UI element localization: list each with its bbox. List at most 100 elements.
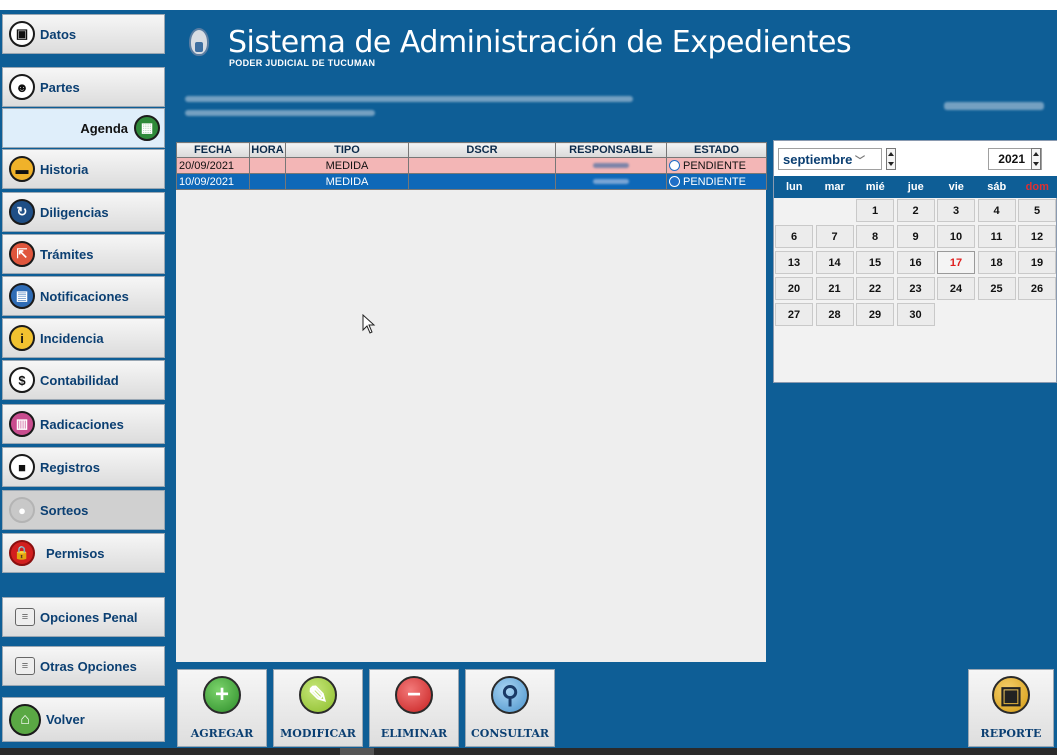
sidebar-item-label: Opciones Penal: [40, 609, 138, 625]
column-header-estado[interactable]: ESTADO: [666, 142, 767, 158]
sidebar-item-label: Sorteos: [40, 502, 89, 518]
sidebar-item-datos[interactable]: ▣ Datos: [2, 14, 165, 54]
top-strip: [0, 0, 1057, 10]
calendar-day[interactable]: 26: [1018, 277, 1056, 300]
sidebar: ▣ Datos ☻ Partes Agenda ▦ ▬ Historia ↻ D…: [0, 10, 172, 748]
sidebar-item-historia[interactable]: ▬ Historia: [2, 149, 165, 189]
calendar-day[interactable]: 15: [856, 251, 894, 274]
calendar-day[interactable]: 23: [896, 277, 935, 300]
modificar-button[interactable]: ✎ MODIFICAR: [273, 669, 363, 747]
calendar-day[interactable]: 6: [775, 225, 813, 248]
refresh-icon: ↻: [9, 199, 35, 225]
cell-tipo: MEDIDA: [285, 157, 409, 174]
pending-status-icon: [669, 175, 680, 187]
sidebar-item-partes[interactable]: ☻ Partes: [2, 67, 165, 107]
weekday-label: dom: [1025, 181, 1049, 193]
agregar-button[interactable]: + AGREGAR: [177, 669, 267, 747]
calendar-day[interactable]: 11: [977, 225, 1016, 248]
calendar-day[interactable]: 4: [977, 199, 1016, 222]
calendar-day[interactable]: 29: [856, 303, 894, 326]
dice-icon: ●: [9, 497, 35, 523]
table-row[interactable]: 20/09/2021 MEDIDA PENDIENTE: [176, 157, 767, 174]
weekday-label: vie: [948, 181, 964, 193]
calendar-day[interactable]: 14: [815, 251, 854, 274]
column-header-dscr[interactable]: DSCR: [408, 142, 556, 158]
cell-hora: [249, 173, 286, 190]
eliminar-label: ELIMINAR: [380, 727, 448, 740]
year-spinner[interactable]: [1031, 148, 1041, 170]
estado-label: PENDIENTE: [683, 175, 746, 188]
month-spinner[interactable]: [886, 148, 896, 170]
calendar-day[interactable]: 16: [896, 251, 935, 274]
calendar-day[interactable]: 30: [896, 303, 935, 326]
sidebar-item-sorteos[interactable]: ● Sorteos: [2, 490, 165, 530]
sidebar-item-label: Diligencias: [40, 204, 109, 220]
sidebar-item-diligencias[interactable]: ↻ Diligencias: [2, 192, 165, 232]
calendar-day[interactable]: 1: [856, 199, 894, 222]
modificar-label: MODIFICAR: [280, 727, 356, 740]
month-select[interactable]: septiembre ﹀: [778, 148, 882, 170]
calendar-day[interactable]: 7: [815, 225, 854, 248]
calendar-day[interactable]: 2: [896, 199, 935, 222]
calendar-day[interactable]: 10: [937, 225, 975, 248]
calendar-day[interactable]: 22: [856, 277, 894, 300]
list-icon: ≡: [15, 657, 35, 675]
notification-icon: ▤: [9, 283, 35, 309]
calendar-day[interactable]: 12: [1018, 225, 1056, 248]
weekday-header: lun mar mié jue vie sáb dom: [774, 176, 1057, 198]
redacted-responsable: [593, 163, 629, 169]
sidebar-item-label: Contabilidad: [40, 372, 119, 388]
add-icon: +: [203, 676, 241, 714]
calendar-day[interactable]: 27: [775, 303, 813, 326]
report-icon: ▣: [992, 676, 1030, 714]
table-header-row: FECHA HORA TIPO DSCR RESPONSABLE ESTADO: [176, 142, 767, 158]
agregar-label: AGREGAR: [190, 727, 254, 740]
cell-estado: PENDIENTE: [666, 157, 767, 174]
sidebar-item-incidencia[interactable]: i Incidencia: [2, 318, 165, 358]
home-icon: ⌂: [9, 703, 41, 736]
calendar-day[interactable]: 28: [815, 303, 854, 326]
sidebar-item-tramites[interactable]: ⇱ Trámites: [2, 234, 165, 274]
estado-label: PENDIENTE: [683, 159, 746, 172]
calendar-day-today[interactable]: 17: [937, 251, 975, 274]
consultar-button[interactable]: ⚲ CONSULTAR: [465, 669, 555, 747]
sidebar-item-label: Datos: [40, 26, 77, 42]
lock-icon: 🔒: [9, 540, 35, 566]
calendar-day[interactable]: 5: [1018, 199, 1056, 222]
sidebar-item-registros[interactable]: ■ Registros: [2, 447, 165, 487]
cell-dscr: [408, 157, 556, 174]
calendar-day[interactable]: 3: [937, 199, 975, 222]
calendar-day[interactable]: 20: [775, 277, 813, 300]
calendar-day[interactable]: 19: [1018, 251, 1056, 274]
weekday-label: jue: [907, 181, 924, 193]
sidebar-item-volver[interactable]: ⌂ Volver: [2, 697, 165, 742]
table-row-selected[interactable]: 10/09/2021 MEDIDA PENDIENTE: [176, 173, 767, 190]
sidebar-item-permisos[interactable]: 🔒 Permisos: [2, 533, 165, 573]
sidebar-item-notificaciones[interactable]: ▤ Notificaciones: [2, 276, 165, 316]
calendar-day[interactable]: 24: [937, 277, 975, 300]
eliminar-button[interactable]: − ELIMINAR: [369, 669, 459, 747]
sidebar-item-contabilidad[interactable]: $ Contabilidad: [2, 360, 165, 400]
calendar-day[interactable]: 21: [815, 277, 854, 300]
cell-responsable: [555, 173, 667, 190]
calendar-day[interactable]: 8: [856, 225, 894, 248]
reporte-button[interactable]: ▣ REPORTE: [968, 669, 1054, 747]
agenda-table[interactable]: FECHA HORA TIPO DSCR RESPONSABLE ESTADO …: [176, 142, 767, 662]
sidebar-item-radicaciones[interactable]: ▥ Radicaciones: [2, 404, 165, 444]
sidebar-item-opciones-penal[interactable]: ≡ Opciones Penal: [2, 597, 165, 637]
column-header-responsable[interactable]: RESPONSABLE: [555, 142, 667, 158]
column-header-hora[interactable]: HORA: [249, 142, 286, 158]
sidebar-item-label: Permisos: [46, 545, 105, 561]
calendar-day[interactable]: 18: [977, 251, 1016, 274]
calendar-day[interactable]: 9: [896, 225, 935, 248]
sidebar-item-otras-opciones[interactable]: ≡ Otras Opciones: [2, 646, 165, 686]
cell-responsable: [555, 157, 667, 174]
calendar-day[interactable]: 25: [977, 277, 1016, 300]
cell-fecha: 20/09/2021: [176, 157, 250, 174]
sidebar-item-label: Historia: [40, 161, 89, 177]
sidebar-item-agenda[interactable]: Agenda ▦: [2, 108, 165, 148]
column-header-tipo[interactable]: TIPO: [285, 142, 409, 158]
app-window: ▣ Datos ☻ Partes Agenda ▦ ▬ Historia ↻ D…: [0, 0, 1057, 755]
column-header-fecha[interactable]: FECHA: [176, 142, 250, 158]
calendar-day[interactable]: 13: [775, 251, 813, 274]
